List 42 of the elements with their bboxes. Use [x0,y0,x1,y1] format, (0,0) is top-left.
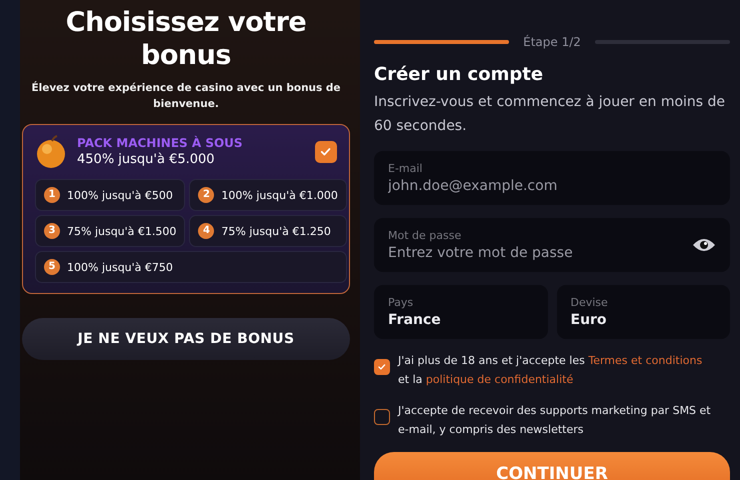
number-badge: 3 [44,223,60,239]
select-field[interactable]: Pays France [374,285,548,339]
panel-subtitle: Élevez votre expérience de casino avec un bonus de bienvenue. [30,80,342,112]
checkbox[interactable] [374,359,390,375]
pack-name: PACK MACHINES À SOUS [77,136,244,151]
link[interactable]: politique de confidentialité [426,373,574,386]
password-field[interactable]: Entrez votre mot de passe [388,245,692,261]
pack-amount: 450% jusqu'à €5.000 [77,151,216,168]
eye-icon[interactable] [692,237,716,253]
select-field[interactable]: Devise Euro [556,285,730,339]
number-badge: 2 [198,187,214,203]
number-badge: 4 [198,223,214,239]
form-title: Créer un compte [374,64,544,86]
no-bonus-button[interactable]: JE NE VEUX PAS DE BONUS [22,318,350,360]
fruit-icon [35,135,67,169]
input-field[interactable]: john.doe@example.com [388,178,716,194]
checkbox[interactable] [374,409,390,425]
consent-text: J'accepte de recevoir des supports marketing par SMS et e-mail, y compris des newsletters [398,403,712,438]
check-icon [377,362,387,372]
field-label: Devise [570,296,609,309]
field-label: Mot de passe [388,229,462,242]
link[interactable]: Termes et conditions [588,354,702,367]
panel-title: Choisissez votre bonus [64,6,308,72]
field-label: Pays [388,296,414,309]
consent-text: J'ai plus de 18 ans et j'accepte les Termes et conditions et la politique de confidentialité [398,353,704,388]
bonus-card[interactable]: PACK MACHINES À SOUS 450% jusqu'à €5.000 1 100% jusqu'à €500 2 100% jusqu'à €1.000 3 75% jusqu'à €1.500 4 75% jusqu'à €1.250 5 100% jusqu'à €750 [22,124,350,294]
offer-text: 75% jusqu'à €1.250 [221,224,331,238]
field-value: Euro [570,312,608,328]
field-label: E-mail [388,162,424,175]
checkbox[interactable] [315,141,337,163]
continue-button[interactable]: CONTINUER [374,452,730,480]
form-subtitle: Inscrivez-vous et commencez à jouer en moins de 60 secondes. [374,93,726,136]
number-badge: 1 [44,187,60,203]
offer-text: 75% jusqu'à €1.500 [67,224,176,238]
email-field[interactable]: E-mail john.doe@example.com [374,151,730,205]
number-badge: 5 [44,259,60,275]
field-value: France [388,312,442,328]
offer-text: 100% jusqu'à €750 [67,260,173,274]
offer-text: 100% jusqu'à €500 [67,188,173,202]
offer-text: 100% jusqu'à €1.000 [221,188,338,202]
step-label: Étape 1/2 [523,35,581,49]
password-field[interactable]: Mot de passe Entrez votre mot de passe [374,218,730,272]
